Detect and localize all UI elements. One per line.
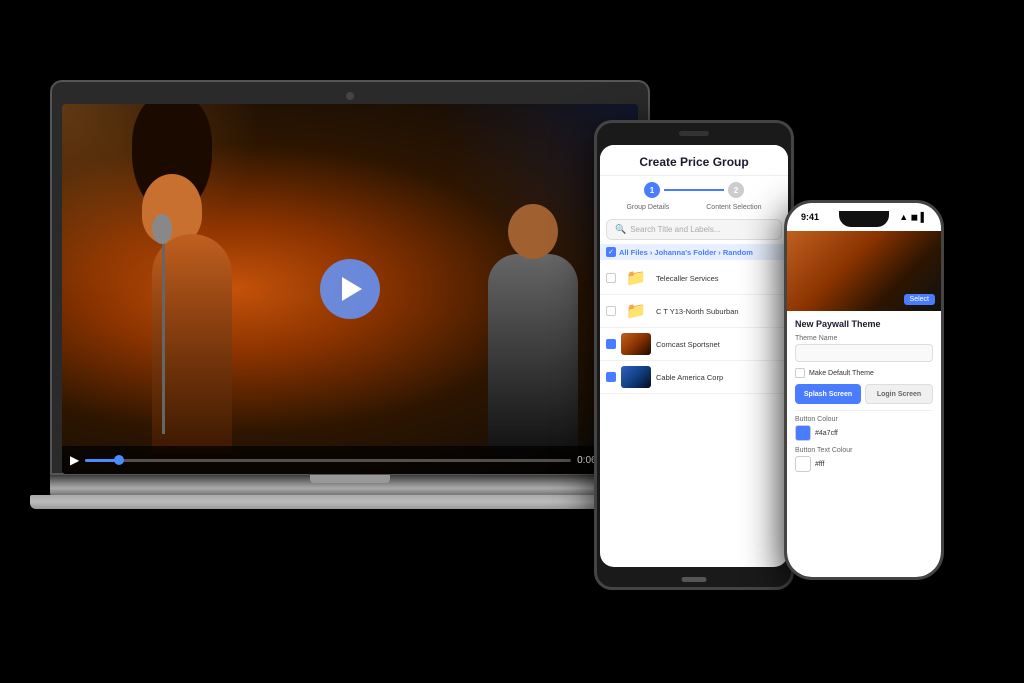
divider-1 [795,410,933,411]
progress-bar-track[interactable] [85,459,571,462]
step-2-circle: 2 [728,182,744,198]
breadcrumb-row[interactable]: ✓ All Files › Johanna's Folder › Random [600,244,788,260]
tablet-header: Create Price Group [600,145,788,176]
button-text-color-swatch[interactable]: #fff [795,456,933,472]
laptop-hinge [310,475,390,483]
button-color-swatch[interactable]: #4a7cff [795,425,933,441]
file-checkbox-3[interactable] [606,339,616,349]
button-text-color-group: Button Text Colour #fff [795,447,933,472]
button-text-color-hex: #fff [815,461,824,468]
button-text-color-label: Button Text Colour [795,447,933,454]
stepper: 1 2 [600,176,788,204]
breadcrumb-path: All Files › Johanna's Folder › Random [619,248,753,257]
tab-login-screen[interactable]: Login Screen [865,384,933,404]
phone-status-icons: ▲ ◼ ▌ [899,212,927,223]
file-thumb-1: 📁 [621,267,651,289]
breadcrumb-checkbox[interactable]: ✓ [606,247,616,257]
progress-indicator [114,455,124,465]
search-placeholder: Search Title and Labels... [630,225,720,234]
file-name-3: Comcast Sportsnet [656,340,782,349]
tablet-title: Create Price Group [608,155,780,169]
laptop-screen: ▶ 0:06 🔊 ⛶ [62,104,638,474]
search-icon: 🔍 [615,224,626,235]
control-play-icon[interactable]: ▶ [70,453,79,467]
step-1-circle: 1 [644,182,660,198]
file-thumb-2: 📁 [621,300,651,322]
file-thumb-4 [621,366,651,388]
file-row-4[interactable]: Cable America Corp [600,361,788,394]
phone-notch [839,211,889,227]
button-color-group: Button Colour #4a7cff [795,416,933,441]
video-controls-bar: ▶ 0:06 🔊 ⛶ [62,446,638,474]
button-text-color-box[interactable] [795,456,811,472]
file-checkbox-4[interactable] [606,372,616,382]
phone-content: New Paywall Theme Theme Name Make Defaul… [787,311,941,486]
play-overlay [62,104,638,474]
tab-splash-screen[interactable]: Splash Screen [795,384,861,404]
file-row-3[interactable]: Comcast Sportsnet [600,328,788,361]
phone-image-button[interactable]: Select [904,294,935,305]
file-row-2[interactable]: 📁 C T Y13-North Suburban [600,295,788,328]
tablet-home-button [682,577,707,582]
phone-top-image: Select [787,231,941,311]
button-color-label: Button Colour [795,416,933,423]
tablet-notch [679,131,709,136]
phone-screen: 9:41 ▲ ◼ ▌ Select New Paywall Theme Them… [787,203,941,577]
laptop-base [50,475,650,497]
file-name-1: Telecaller Services [656,274,782,283]
file-name-2: C T Y13-North Suburban [656,307,782,316]
step-connector [664,189,724,191]
default-theme-label: Make Default Theme [809,370,874,377]
default-theme-checkbox[interactable] [795,368,805,378]
theme-name-group: Theme Name [795,335,933,362]
file-name-4: Cable America Corp [656,373,782,382]
laptop-screen-border: ▶ 0:06 🔊 ⛶ [50,80,650,475]
laptop-bottom-edge [30,495,670,509]
step-2-label: Content Selection [706,204,761,211]
default-theme-row[interactable]: Make Default Theme [795,368,933,378]
tablet-device: Create Price Group 1 2 Group Details Con… [594,120,794,590]
file-row-1[interactable]: 📁 Telecaller Services [600,262,788,295]
screen-tab-group: Splash Screen Login Screen [795,384,933,404]
step-1-label: Group Details [626,204,669,211]
play-button[interactable] [320,259,380,319]
phone-section-title: New Paywall Theme [795,319,933,329]
laptop-camera [346,92,354,100]
phone-time: 9:41 [801,212,819,222]
file-checkbox-1[interactable] [606,273,616,283]
scene: ▶ 0:06 🔊 ⛶ Create Price Group [0,0,1024,683]
phone-device: 9:41 ▲ ◼ ▌ Select New Paywall Theme Them… [784,200,944,580]
theme-name-label: Theme Name [795,335,933,342]
tablet-screen: Create Price Group 1 2 Group Details Con… [600,145,788,567]
file-checkbox-2[interactable] [606,306,616,316]
play-icon [342,277,362,301]
button-color-box[interactable] [795,425,811,441]
laptop: ▶ 0:06 🔊 ⛶ [50,80,670,600]
file-thumb-3 [621,333,651,355]
theme-name-input[interactable] [795,344,933,362]
tablet-search-bar[interactable]: 🔍 Search Title and Labels... [606,219,782,240]
step-labels: Group Details Content Selection [600,204,788,215]
button-color-hex: #4a7cff [815,430,838,437]
